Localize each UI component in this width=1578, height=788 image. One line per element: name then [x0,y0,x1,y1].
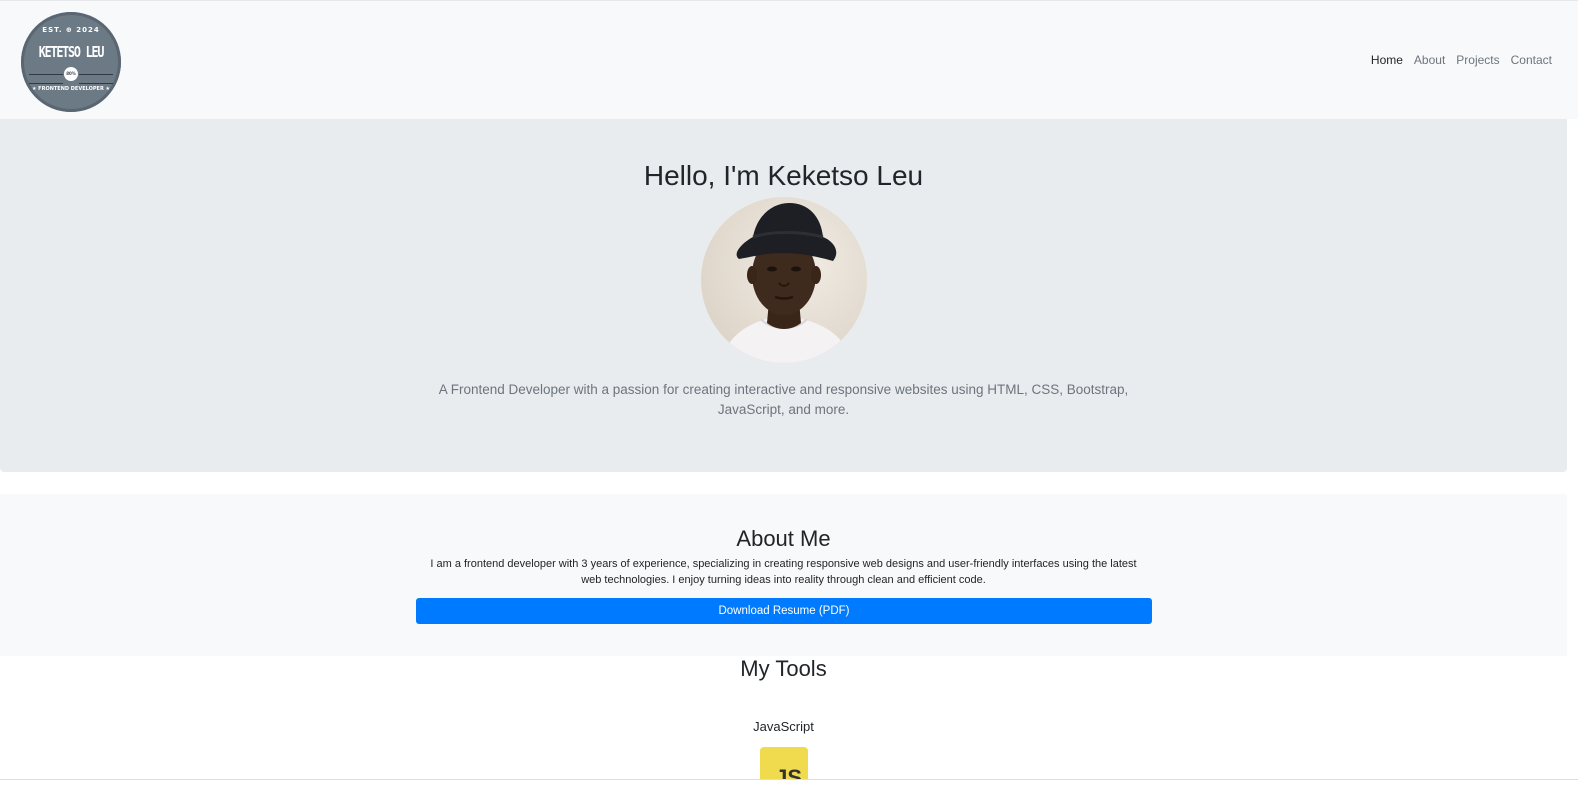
about-section: About Me I am a frontend developer with … [0,494,1567,656]
tool-name-javascript: JavaScript [753,719,814,734]
logo-stripes-left [29,74,63,84]
logo-est-text: EST. ⊕ 2024 [42,26,100,34]
viewport-bottom-edge [0,779,1578,788]
tools-title: My Tools [740,656,827,681]
logo-subtitle-text: ★ FRONTEND DEVELOPER ★ [31,86,111,92]
about-description: I am a frontend developer with 3 years o… [430,558,1137,586]
hero-title: Hello, I'm Keketso Leu [643,160,924,191]
hero-description: A Frontend Developer with a passion for … [438,382,1129,417]
logo-badge: 80% [64,67,78,81]
about-title: About Me [736,526,831,551]
navbar: EST. ⊕ 2024 KETETSO LEU 80% ★ FRONTEND D… [0,0,1578,119]
logo-name-text: KETETSO LEU [38,43,105,61]
logo-stripes-right [79,74,113,84]
nav-link-home[interactable]: Home [1371,53,1403,67]
nav-link-contact[interactable]: Contact [1511,53,1552,67]
download-resume-button[interactable]: Download Resume (PDF) [416,598,1152,624]
profile-photo-illustration [701,197,867,363]
nav-link-projects[interactable]: Projects [1456,53,1499,67]
profile-photo [701,197,867,363]
portfolio-page: EST. ⊕ 2024 KETETSO LEU 80% ★ FRONTEND D… [0,0,1578,788]
nav-menu: Home About Projects Contact [1371,53,1552,67]
brand-logo[interactable]: EST. ⊕ 2024 KETETSO LEU 80% ★ FRONTEND D… [21,12,121,112]
nav-link-about[interactable]: About [1414,53,1445,67]
hero-section: Hello, I'm Keketso Leu A Frontend Develo… [0,119,1567,472]
